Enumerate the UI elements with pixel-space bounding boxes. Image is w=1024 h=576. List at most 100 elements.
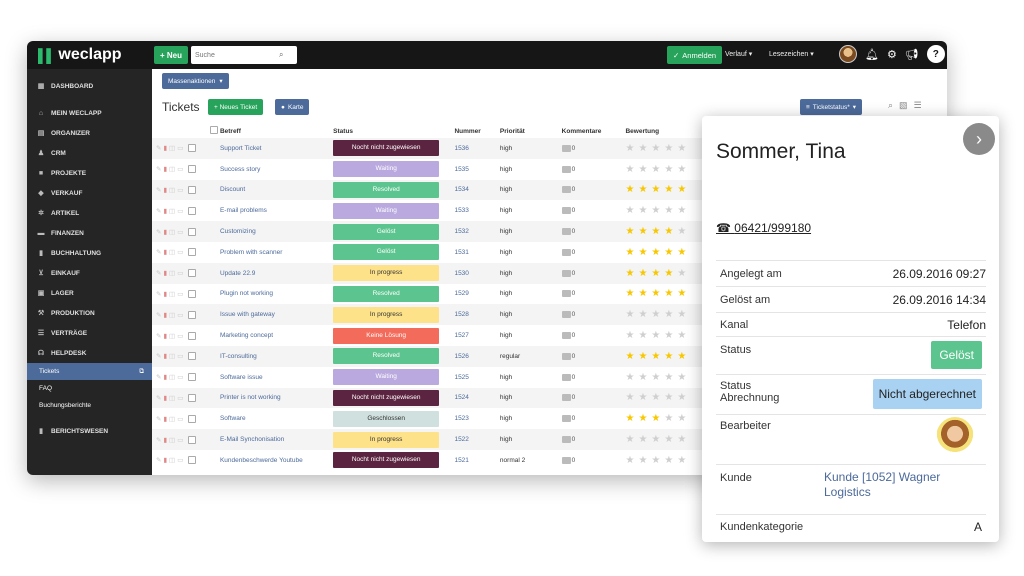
- trash-icon[interactable]: ▮: [163, 269, 167, 277]
- new-button[interactable]: + Neu: [154, 46, 189, 64]
- rating-star-icon[interactable]: ★: [677, 205, 686, 216]
- rating-star-icon[interactable]: ★: [651, 309, 660, 320]
- edit-icon[interactable]: ✎: [156, 269, 161, 277]
- ticket-subject[interactable]: Customizing: [220, 221, 333, 242]
- table-row[interactable]: ✎ ▮ ◫ ▭ E-Mail Synchonisation In progres…: [152, 429, 712, 450]
- rating-star-icon[interactable]: ★: [677, 164, 686, 175]
- sidebar-item-finanzen[interactable]: ▬ FINANZEN: [27, 223, 152, 243]
- rating-star-icon[interactable]: ★: [651, 392, 660, 403]
- row-checkbox[interactable]: [188, 456, 197, 465]
- rating-star-icon[interactable]: ★: [625, 226, 634, 237]
- rating-star-icon[interactable]: ★: [625, 247, 634, 258]
- ticket-subject[interactable]: Support Ticket: [220, 138, 333, 159]
- ticket-subject[interactable]: Software issue: [220, 367, 333, 388]
- phone-link[interactable]: ☎︎ 06421/999180: [716, 221, 811, 235]
- message-icon[interactable]: ▭: [177, 290, 183, 298]
- sidebar-item-lager[interactable]: ▣ LAGER: [27, 283, 152, 303]
- sidebar-item-dashboard[interactable]: ▦ DASHBOARD: [27, 76, 152, 96]
- table-row[interactable]: ✎ ▮ ◫ ▭ Customizing Gelöst 1532 high 0 ★…: [152, 221, 712, 242]
- trash-icon[interactable]: ▮: [163, 207, 167, 215]
- edit-icon[interactable]: ✎: [156, 352, 161, 360]
- column-header-priority[interactable]: Priorität: [500, 124, 562, 138]
- comment-icon[interactable]: [561, 248, 571, 256]
- edit-icon[interactable]: ✎: [156, 415, 161, 423]
- sidebar-item-vertraege[interactable]: ☰ VERTRÄGE: [27, 323, 152, 343]
- rating-star-icon[interactable]: ★: [651, 268, 660, 279]
- ticket-number[interactable]: 1524: [448, 388, 499, 409]
- rating-star-icon[interactable]: ★: [638, 205, 647, 216]
- rating-star-icon[interactable]: ★: [664, 413, 673, 424]
- logo[interactable]: ▌▌ weclapp: [38, 46, 122, 64]
- ticket-number[interactable]: 1527: [448, 325, 499, 346]
- copy-icon[interactable]: ◫: [169, 436, 175, 444]
- row-checkbox[interactable]: [188, 310, 197, 319]
- rating-star-icon[interactable]: ★: [638, 226, 647, 237]
- rating-star-icon[interactable]: ★: [638, 372, 647, 383]
- rating-star-icon[interactable]: ★: [651, 330, 660, 341]
- column-header-comments[interactable]: Kommentare: [562, 124, 626, 138]
- copy-icon[interactable]: ◫: [169, 332, 175, 340]
- mass-actions-button[interactable]: Massenaktionen ▾: [162, 73, 229, 89]
- table-row[interactable]: ✎ ▮ ◫ ▭ Software issue Waiting 1525 high…: [152, 367, 712, 388]
- table-row[interactable]: ✎ ▮ ◫ ▭ Support Ticket Nocht nicht zugew…: [152, 138, 712, 159]
- rating-star-icon[interactable]: ★: [677, 309, 686, 320]
- ticket-subject[interactable]: Issue with gateway: [220, 304, 333, 325]
- message-icon[interactable]: ▭: [177, 207, 183, 215]
- ticket-number[interactable]: 1533: [448, 200, 499, 221]
- map-button[interactable]: ● Karte: [275, 99, 310, 115]
- rating-star-icon[interactable]: ★: [651, 434, 660, 445]
- edit-icon[interactable]: ✎: [156, 311, 161, 319]
- row-checkbox[interactable]: [188, 144, 197, 153]
- edit-icon[interactable]: ✎: [156, 207, 161, 215]
- ticket-status-filter[interactable]: ≡ Ticketstatus* ▾: [800, 99, 863, 115]
- comment-icon[interactable]: [561, 186, 571, 194]
- search-icon[interactable]: ⌕: [279, 50, 283, 60]
- rating-star-icon[interactable]: ★: [651, 351, 660, 362]
- message-icon[interactable]: ▭: [177, 436, 183, 444]
- rating-star-icon[interactable]: ★: [664, 455, 673, 466]
- copy-icon[interactable]: ◫: [169, 228, 175, 236]
- rating-star-icon[interactable]: ★: [625, 330, 634, 341]
- message-icon[interactable]: ▭: [177, 332, 183, 340]
- rating-star-icon[interactable]: ★: [638, 288, 647, 299]
- table-row[interactable]: ✎ ▮ ◫ ▭ E-mail problems Waiting 1533 hig…: [152, 200, 712, 221]
- row-checkbox[interactable]: [188, 248, 197, 257]
- rating-star-icon[interactable]: ★: [651, 247, 660, 258]
- copy-icon[interactable]: ◫: [169, 248, 175, 256]
- rating-star-icon[interactable]: ★: [638, 247, 647, 258]
- rating-star-icon[interactable]: ★: [677, 226, 686, 237]
- copy-icon[interactable]: ◫: [169, 415, 175, 423]
- rating-star-icon[interactable]: ★: [677, 351, 686, 362]
- trash-icon[interactable]: ▮: [163, 144, 167, 152]
- ticket-subject[interactable]: Printer is not working: [220, 388, 333, 409]
- user-avatar[interactable]: [839, 45, 857, 63]
- table-row[interactable]: ✎ ▮ ◫ ▭ IT-consulting Resolved 1526 regu…: [152, 345, 712, 367]
- edit-icon[interactable]: ✎: [156, 186, 161, 194]
- copy-icon[interactable]: ◫: [169, 456, 175, 464]
- edit-icon[interactable]: ✎: [156, 394, 161, 402]
- rating-star-icon[interactable]: ★: [664, 205, 673, 216]
- rating-star-icon[interactable]: ★: [664, 392, 673, 403]
- ticket-subject[interactable]: E-Mail Synchonisation: [220, 429, 333, 450]
- rating-star-icon[interactable]: ★: [638, 413, 647, 424]
- message-icon[interactable]: ▭: [177, 352, 183, 360]
- search-icon[interactable]: ⌕: [888, 100, 893, 111]
- comment-icon[interactable]: [561, 435, 571, 443]
- comment-icon[interactable]: [561, 144, 571, 152]
- row-checkbox[interactable]: [188, 289, 197, 298]
- sidebar-item-helpdesk[interactable]: ☊ HELPDESK: [27, 343, 152, 363]
- rating-star-icon[interactable]: ★: [651, 372, 660, 383]
- ticket-subject[interactable]: Marketing concept: [220, 325, 333, 346]
- rating-star-icon[interactable]: ★: [664, 351, 673, 362]
- rating-star-icon[interactable]: ★: [638, 392, 647, 403]
- edit-icon[interactable]: ✎: [156, 290, 161, 298]
- rating-star-icon[interactable]: ★: [664, 288, 673, 299]
- rating-star-icon[interactable]: ★: [664, 434, 673, 445]
- rating-star-icon[interactable]: ★: [638, 164, 647, 175]
- table-row[interactable]: ✎ ▮ ◫ ▭ Update 22.9 In progress 1530 hig…: [152, 262, 712, 284]
- sidebar-item-buchhaltung[interactable]: ▮ BUCHHALTUNG: [27, 243, 152, 263]
- new-ticket-button[interactable]: + Neues Ticket: [208, 99, 264, 115]
- table-row[interactable]: ✎ ▮ ◫ ▭ Printer is not working Nocht nic…: [152, 387, 712, 409]
- edit-icon[interactable]: ✎: [156, 144, 161, 152]
- comment-icon[interactable]: [561, 456, 571, 464]
